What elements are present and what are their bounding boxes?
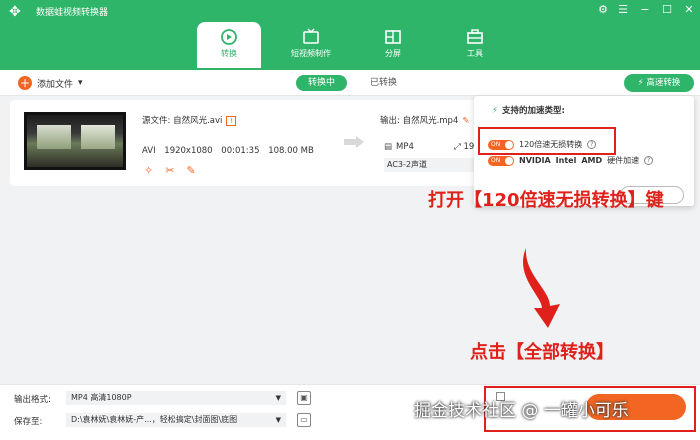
resize-icon: ⤢ [454, 142, 464, 152]
tab-split-screen[interactable]: 分屏 [361, 22, 425, 68]
arrow-right-icon [344, 136, 364, 148]
hw-accel-toggle[interactable]: ON [488, 155, 514, 166]
enhance-icon[interactable]: ✧ [144, 164, 153, 177]
edit-tools: ✧ ✂ ✎ [144, 164, 196, 177]
hw-accel-option: ON NVIDIA Intel AMD 硬件加速 ? [488, 155, 654, 166]
save-path-select[interactable]: D:\袁林妩\袁林妩-产...，轻松搞定\封面图\底图 ▼ [66, 413, 286, 427]
toolbar: + 添加文件 ▾ 转换中 已转换 ⚡ 高速转换 [0, 70, 700, 96]
file-meta: AVI 1920x1080 00:01:35 108.00 MB [142, 146, 320, 156]
tab-converting[interactable]: 转换中 [296, 75, 348, 91]
output-format-label: 输出格式: [14, 395, 51, 405]
add-file-label: 添加文件 [37, 79, 74, 90]
output-file: 输出: 自然风光.mp4 ✎ [380, 116, 470, 126]
folder-icon[interactable]: ▭ [297, 413, 311, 427]
tab-converted[interactable]: 已转换 [358, 75, 409, 91]
chevron-down-icon: ▼ [275, 416, 281, 424]
high-speed-button[interactable]: ⚡ 高速转换 [624, 74, 694, 92]
minimize-icon[interactable]: − [636, 3, 654, 16]
save-to-label: 保存至: [14, 417, 43, 427]
annotation-1: 打开【120倍速无损转换】键 [428, 190, 664, 211]
plus-icon: + [18, 76, 32, 90]
arrow-down-icon [523, 248, 560, 328]
tab-label: 工具 [467, 49, 483, 58]
scissors-icon[interactable]: ✂ [165, 164, 174, 177]
intel-label: Intel [555, 156, 577, 165]
tab-convert[interactable]: 转换 [197, 22, 261, 68]
edit-icon[interactable]: ✎ [186, 164, 195, 177]
format-settings-icon[interactable]: ▣ [297, 391, 311, 405]
settings-icon[interactable]: ⚙ [594, 3, 612, 16]
app-logo-icon: ✥ [9, 4, 21, 20]
convert-icon [221, 29, 237, 45]
chevron-down-icon[interactable]: ▾ [78, 78, 83, 88]
tab-tools[interactable]: 工具 [443, 22, 507, 68]
chevron-down-icon: ▼ [275, 394, 281, 402]
file-resolution: 1920x1080 [164, 146, 213, 156]
toolbox-icon [467, 29, 483, 44]
menu-icon[interactable]: ☰ [614, 3, 632, 16]
maximize-icon[interactable]: ☐ [658, 3, 676, 16]
pencil-icon[interactable]: ✎ [462, 116, 469, 126]
close-icon[interactable]: ✕ [680, 3, 698, 16]
film-icon: ▤ [384, 142, 393, 152]
app-title: 数据蛙视频转换器 [36, 8, 109, 18]
hw-accel-label: 硬件加速 [607, 156, 640, 165]
tab-label: 短视频制作 [291, 49, 331, 58]
nvidia-label: NVIDIA [519, 156, 551, 165]
tab-short-video[interactable]: 短视频制作 [279, 22, 343, 68]
output-format[interactable]: ▤ MP4 [384, 142, 414, 152]
add-file-button[interactable]: + 添加文件 ▾ [18, 76, 83, 90]
popup-title: ⚡ 支持的加速类型: [492, 106, 565, 116]
title-bar: ✥ 数据蛙视频转换器 ⚙ ☰ − ☐ ✕ 转换 短视频制作 分屏 工具 [0, 0, 700, 70]
file-duration: 00:01:35 [221, 146, 260, 156]
source-file: 源文件: 自然风光.avi! [142, 114, 237, 126]
high-speed-label: 高速转换 [646, 78, 681, 88]
highlight-box [478, 127, 616, 155]
audio-select[interactable]: AC3-2声道▼ [384, 158, 484, 172]
file-format: AVI [142, 146, 156, 156]
output-format-select[interactable]: MP4 高清1080P ▼ [66, 391, 286, 405]
info-icon[interactable]: ! [226, 115, 237, 126]
tab-label: 分屏 [385, 49, 401, 58]
split-screen-icon [385, 30, 401, 44]
amd-label: AMD [581, 156, 603, 165]
help-icon[interactable]: ? [644, 156, 654, 165]
tv-icon [303, 28, 319, 44]
annotation-2: 点击【全部转换】 [470, 342, 614, 363]
lightning-icon: ⚡ [492, 106, 498, 116]
video-thumbnail[interactable] [24, 112, 126, 170]
file-size: 108.00 MB [268, 146, 314, 156]
tab-label: 转换 [221, 49, 237, 58]
watermark: 掘金技术社区 @ 一罐小可乐 [414, 401, 629, 421]
